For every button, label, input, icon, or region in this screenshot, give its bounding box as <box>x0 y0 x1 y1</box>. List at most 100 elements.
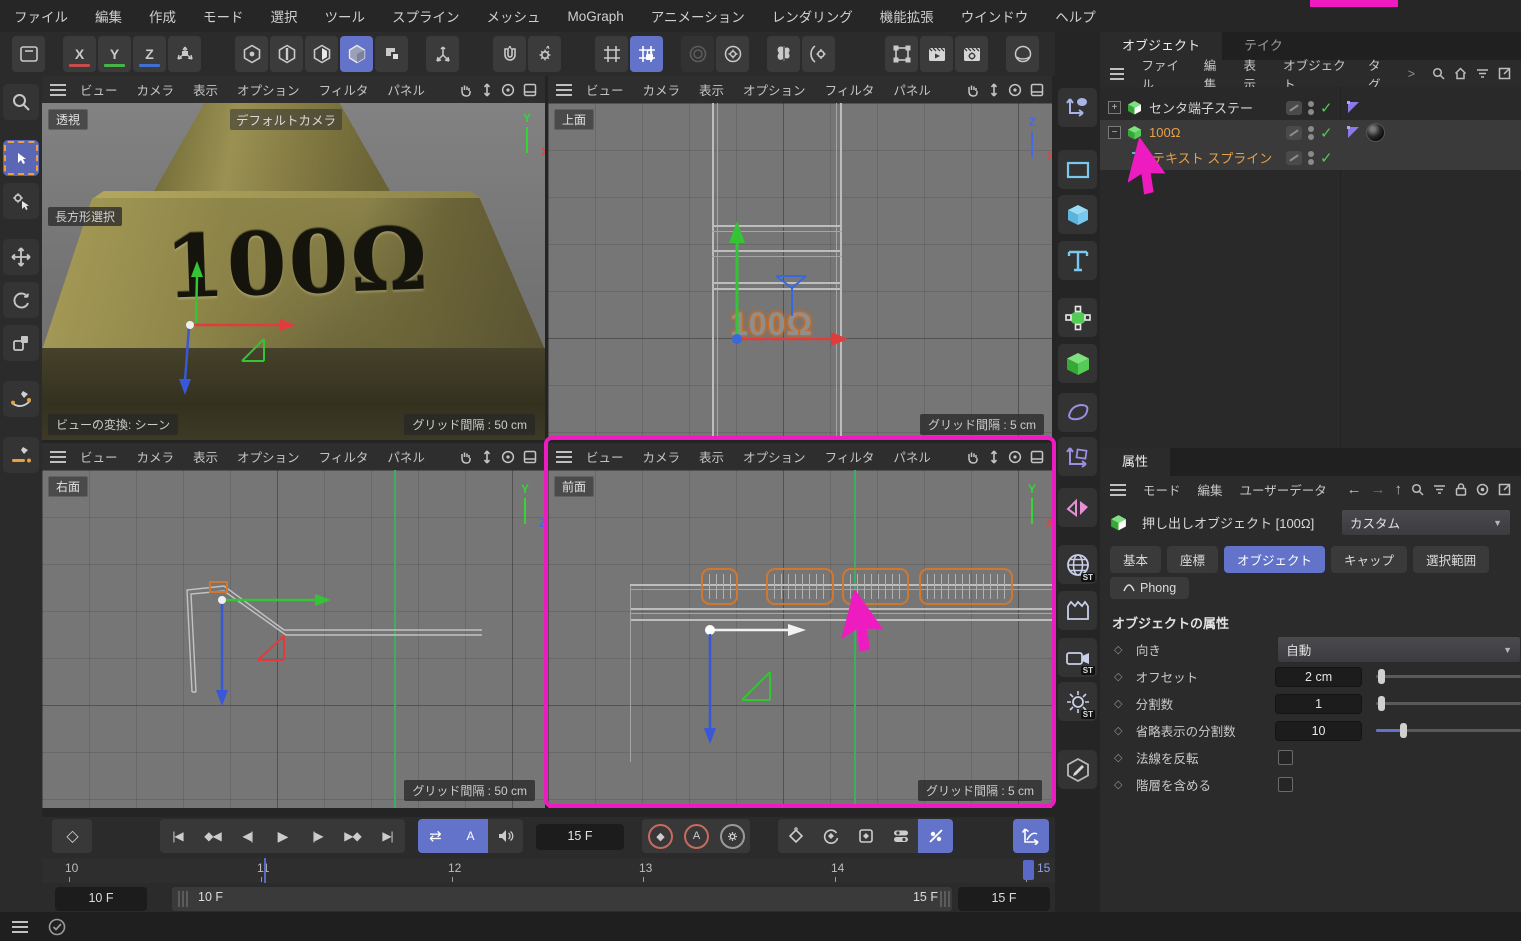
viewport-perspective[interactable]: ビュー カメラ 表示 オプション フィルタ パネル 100Ω <box>42 76 545 440</box>
vp-menu-display[interactable]: 表示 <box>193 447 218 466</box>
vp-menu-options[interactable]: オプション <box>743 80 806 99</box>
attr-filter-icon[interactable] <box>1433 483 1446 496</box>
keyframe-marker-11[interactable] <box>264 858 266 883</box>
render-region-button[interactable] <box>885 36 918 72</box>
menu-mograph[interactable]: MoGraph <box>568 9 624 24</box>
menu-mesh[interactable]: メッシュ <box>487 6 541 26</box>
attr-forward-icon[interactable]: → <box>1371 481 1386 498</box>
collapse-icon[interactable]: − <box>1108 126 1121 139</box>
range-start-field[interactable]: 10 F <box>55 887 147 911</box>
target-circle-button[interactable] <box>681 36 714 72</box>
live-selection-tool-button[interactable] <box>3 140 39 176</box>
scale-tool-button[interactable] <box>3 325 39 361</box>
render-view-button[interactable] <box>920 36 953 72</box>
deformer-button[interactable] <box>1058 393 1097 432</box>
rectangle-spline-button[interactable] <box>1058 150 1097 189</box>
autokey-toggle-button[interactable]: A <box>678 819 714 853</box>
layer-toggle-icon[interactable] <box>1286 101 1302 115</box>
vp-menu-filter[interactable]: フィルタ <box>319 447 369 466</box>
viewport-perspective-canvas[interactable]: 100Ω 透視 デフォルトカメラ 長方形選択 Y X ビューの変換: シーン グ… <box>42 103 545 440</box>
sculpt-pen-button[interactable] <box>1058 750 1097 789</box>
light-object-button[interactable]: ST <box>1058 682 1097 721</box>
camera-object-button[interactable]: ST <box>1058 638 1097 677</box>
polygons-mode-button[interactable] <box>305 36 338 72</box>
om-search-icon[interactable] <box>1432 67 1445 80</box>
vp-menu-filter[interactable]: フィルタ <box>825 447 875 466</box>
flip-normals-checkbox[interactable] <box>1278 750 1293 765</box>
key-parameter-button[interactable] <box>883 819 918 853</box>
vp-menu-view[interactable]: ビュー <box>586 447 624 466</box>
attr-panel-icon[interactable] <box>1498 483 1511 496</box>
pan-hand-icon[interactable] <box>966 83 980 97</box>
dolly-icon[interactable] <box>988 450 1000 464</box>
vp-menu-camera[interactable]: カメラ <box>643 447 681 466</box>
dolly-icon[interactable] <box>481 450 493 464</box>
key-pla-button[interactable] <box>918 819 953 853</box>
playhead[interactable] <box>1023 860 1034 880</box>
viewport-front-canvas[interactable]: 前面 Y X グリッド間隔 : 5 cm <box>548 470 1052 808</box>
snap-settings-button[interactable] <box>528 36 561 72</box>
snap-toggle-button[interactable] <box>493 36 526 72</box>
maximize-viewport-icon[interactable] <box>523 83 537 97</box>
range-left-grip[interactable] <box>178 891 188 907</box>
maximize-viewport-icon[interactable] <box>1030 83 1044 97</box>
enable-check-icon[interactable]: ✓ <box>1320 149 1333 167</box>
vp-menu-camera[interactable]: カメラ <box>137 447 175 466</box>
attr-menu-icon[interactable] <box>1110 484 1126 496</box>
range-end-field[interactable]: 15 F <box>958 887 1050 911</box>
attr-tab-coords[interactable]: 座標 <box>1167 546 1218 573</box>
orbit-icon[interactable] <box>501 83 515 97</box>
dolly-icon[interactable] <box>481 83 493 97</box>
box-tool-button[interactable] <box>12 36 45 72</box>
menu-rendering[interactable]: レンダリング <box>772 6 853 26</box>
keyframe-settings-button[interactable] <box>714 819 750 853</box>
symmetry-object-button[interactable] <box>1058 488 1097 527</box>
vp-menu-view[interactable]: ビュー <box>80 80 118 99</box>
vp-menu-panel[interactable]: パネル <box>387 447 425 466</box>
world-axis-button[interactable] <box>168 36 201 72</box>
range-right-grip[interactable] <box>940 891 950 907</box>
orbit-icon[interactable] <box>1008 83 1022 97</box>
vp-menu-options[interactable]: オプション <box>743 447 806 466</box>
key-diamond-icon[interactable]: ◇ <box>1114 697 1136 710</box>
vp-menu-display[interactable]: 表示 <box>193 80 218 99</box>
attr-menu-mode[interactable]: モード <box>1143 480 1181 499</box>
iso-subdivisions-slider[interactable] <box>1376 729 1521 732</box>
current-frame-field[interactable]: 15 F <box>536 824 624 850</box>
tweak-tool-button[interactable] <box>3 183 39 219</box>
axis-workplane-button[interactable] <box>1058 437 1097 476</box>
enable-check-icon[interactable]: ✓ <box>1320 99 1333 117</box>
gear-circle-button[interactable] <box>716 36 749 72</box>
lock-x-axis-button[interactable]: X <box>63 36 96 72</box>
attr-up-icon[interactable]: ↑ <box>1395 481 1403 498</box>
maximize-viewport-icon[interactable] <box>523 450 537 464</box>
render-settings-button[interactable] <box>955 36 988 72</box>
layer-toggle-icon[interactable] <box>1286 151 1302 165</box>
enable-axis-button[interactable] <box>426 36 459 72</box>
viewport-front[interactable]: ビュー カメラ 表示 オプション フィルタ パネル <box>548 443 1052 808</box>
vp-menu-camera[interactable]: カメラ <box>137 80 175 99</box>
attr-tab-object[interactable]: オブジェクト <box>1224 546 1325 573</box>
top-axis-gizmo[interactable] <box>698 213 898 353</box>
menu-select[interactable]: 選択 <box>271 6 298 26</box>
vp-menu-view[interactable]: ビュー <box>586 80 624 99</box>
key-diamond-icon[interactable]: ◇ <box>1114 643 1136 656</box>
vp-menu-options[interactable]: オプション <box>237 80 300 99</box>
orbit-icon[interactable] <box>1008 450 1022 464</box>
menu-create[interactable]: 作成 <box>149 6 176 26</box>
phong-tag-icon[interactable] <box>1346 100 1361 115</box>
om-panel-icon[interactable] <box>1498 67 1511 80</box>
om-filter-icon[interactable] <box>1476 67 1489 80</box>
attr-search-icon[interactable] <box>1411 483 1424 496</box>
menu-file[interactable]: ファイル <box>14 6 68 26</box>
subdivisions-input[interactable]: 1 <box>1275 694 1361 714</box>
lock-y-axis-button[interactable]: Y <box>98 36 131 72</box>
menu-edit[interactable]: 編集 <box>95 6 122 26</box>
open-fcurve-button[interactable] <box>1013 819 1049 853</box>
prev-frame-button[interactable]: ◀| <box>230 819 265 853</box>
text-spline-button[interactable] <box>1058 241 1097 280</box>
attr-menu-userdata[interactable]: ユーザーデータ <box>1240 480 1327 499</box>
subdivision-surface-button[interactable] <box>1058 298 1097 337</box>
om-menu-icon[interactable] <box>1110 68 1124 80</box>
preset-dropdown[interactable]: カスタム ▼ <box>1341 509 1511 536</box>
